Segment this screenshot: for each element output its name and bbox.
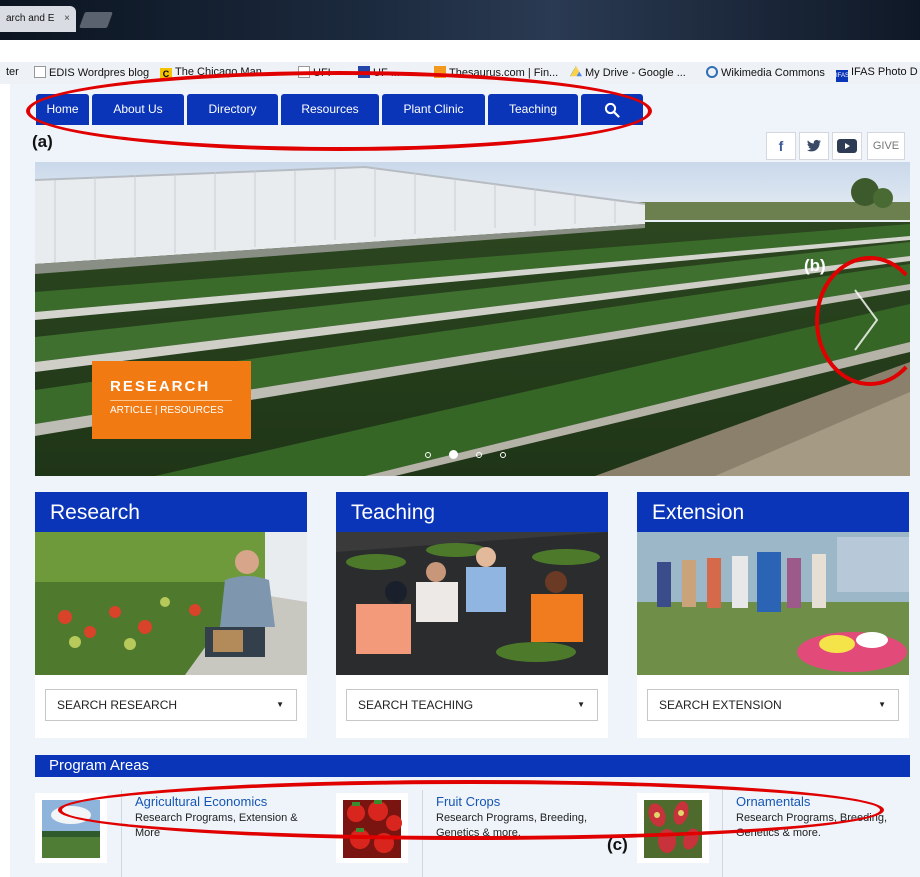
chevron-down-icon: ▼ xyxy=(276,700,284,709)
give-button[interactable]: GIVE xyxy=(867,132,905,160)
page-icon xyxy=(34,66,46,78)
extension-card: Extension SEARCH EXTENSION ▼ xyxy=(637,492,909,738)
program-areas-heading: Program Areas xyxy=(35,755,910,777)
wikimedia-icon xyxy=(706,66,718,78)
extension-photo xyxy=(637,532,909,675)
youtube-button[interactable] xyxy=(832,132,862,160)
browser-tab-strip: arch and E × xyxy=(0,0,920,40)
tab-title: arch and E xyxy=(6,13,55,24)
tab-close-icon[interactable]: × xyxy=(64,6,70,32)
teaching-photo xyxy=(336,532,608,675)
carousel-dot-active[interactable] xyxy=(449,450,458,459)
new-tab-button[interactable] xyxy=(79,12,113,28)
twitter-icon xyxy=(807,139,821,152)
twitter-button[interactable] xyxy=(799,132,829,160)
google-drive-icon xyxy=(570,66,582,77)
ifas-icon: IFAS xyxy=(836,70,849,82)
research-card-title[interactable]: Research xyxy=(35,492,307,532)
youtube-icon xyxy=(837,139,857,153)
facebook-button[interactable]: f xyxy=(766,132,796,160)
research-card: Research SEARCH RESEARCH ▼ xyxy=(35,492,307,738)
facebook-icon: f xyxy=(778,138,784,154)
annotation-ellipse-b xyxy=(815,256,920,386)
bookmark-item[interactable]: ter xyxy=(6,66,19,78)
extension-card-title[interactable]: Extension xyxy=(637,492,909,532)
annotation-label-a: (a) xyxy=(32,132,53,151)
carousel-dot[interactable] xyxy=(476,451,482,458)
bookmark-item[interactable]: Wikimedia Commons xyxy=(706,66,825,79)
annotation-ellipse-a xyxy=(26,71,652,151)
hero-research-callout[interactable]: RESEARCH ARTICLE | RESOURCES xyxy=(92,361,251,439)
annotation-ellipse-c xyxy=(58,780,884,840)
search-teaching-selected: SEARCH TEACHING xyxy=(358,698,474,712)
bookmark-item[interactable]: EDIS Wordpres blog xyxy=(34,66,149,79)
carousel-dot[interactable] xyxy=(425,451,431,458)
annotation-label-b: (b) xyxy=(804,256,826,275)
carousel-dot[interactable] xyxy=(500,451,506,458)
browser-tab[interactable]: arch and E × xyxy=(0,6,76,32)
chevron-down-icon: ▼ xyxy=(878,700,886,709)
search-extension-selected: SEARCH EXTENSION xyxy=(659,698,782,712)
search-teaching-dropdown[interactable]: SEARCH TEACHING ▼ xyxy=(346,689,598,721)
search-research-selected: SEARCH RESEARCH xyxy=(57,698,178,712)
browser-toolbar-gap xyxy=(0,40,920,62)
chevron-down-icon: ▼ xyxy=(577,700,585,709)
research-photo xyxy=(35,532,307,675)
carousel-pagination xyxy=(425,450,506,459)
hero-callout-title: RESEARCH xyxy=(110,378,211,395)
search-research-dropdown[interactable]: SEARCH RESEARCH ▼ xyxy=(45,689,297,721)
search-extension-dropdown[interactable]: SEARCH EXTENSION ▼ xyxy=(647,689,899,721)
bookmark-item[interactable]: My Drive - Google ... xyxy=(570,66,686,79)
teaching-card: Teaching SEARCH TEACHING ▼ xyxy=(336,492,608,738)
bookmark-item[interactable]: IFAS IFAS Photo D xyxy=(836,66,918,82)
teaching-card-title[interactable]: Teaching xyxy=(336,492,608,532)
hero-callout-divider xyxy=(110,400,232,401)
hero-callout-links[interactable]: ARTICLE | RESOURCES xyxy=(110,405,224,416)
